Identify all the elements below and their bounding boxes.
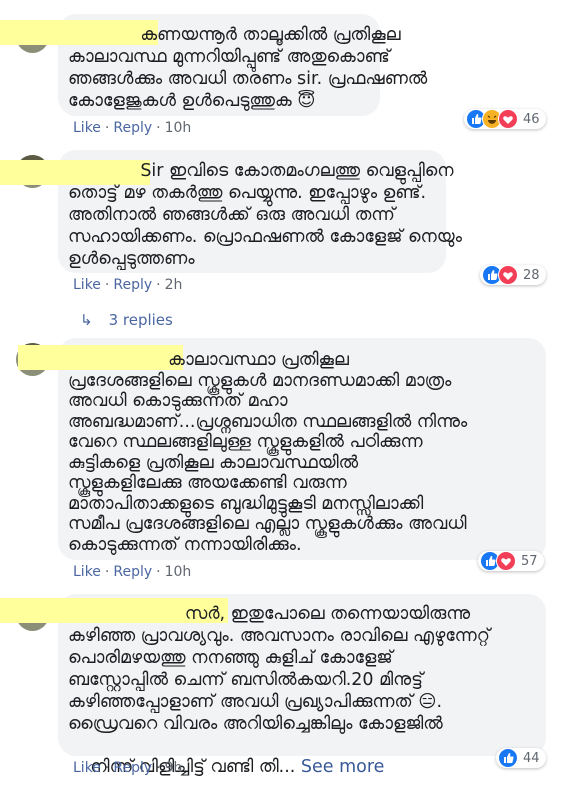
timestamp[interactable]: 9h: [165, 760, 183, 776]
separator-dot: ·: [156, 760, 161, 776]
comment-text-line: പൊരിമഴയത്തു നനഞ്ഞു കുളിച് കോളേജ്: [68, 648, 393, 668]
reply-link[interactable]: Reply: [113, 760, 152, 776]
like-reaction-icon: [498, 748, 518, 768]
comment-text-line: ബസ്റ്റോപ്പിൽ ചെന്ന് ബസിൽകയറി.20 മിനുട്ട്: [68, 670, 423, 690]
comment-text-line: കഴിഞ്ഞ പ്രാവശ്യവും. അവസാനം രാവിലെ എഴുന്ന…: [68, 626, 490, 646]
see-more-link[interactable]: See more: [301, 757, 385, 777]
comment-4: സർ, ഇതുപോലെ തന്നെയായിരുന്നു കഴിഞ്ഞ പ്രാവ…: [0, 0, 562, 777]
comment-text-line: സർ, ഇതുപോലെ തന്നെയായിരുന്നു: [68, 604, 471, 624]
like-link[interactable]: Like: [73, 760, 101, 776]
reactions-summary[interactable]: 44: [496, 748, 546, 768]
reaction-count: 44: [523, 750, 540, 766]
comment-actions: Like · Reply · 9h: [73, 760, 182, 776]
comment-text-line: കഴിഞ്ഞപ്പോളാണ് അവധി പ്രഖ്യാപിക്കുന്നത് 😑…: [68, 692, 443, 712]
separator-dot: ·: [104, 760, 110, 776]
